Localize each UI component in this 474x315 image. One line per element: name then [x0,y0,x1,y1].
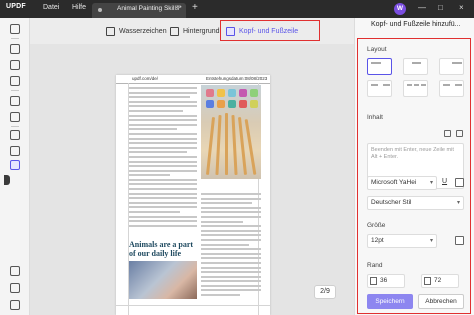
margin-bottom-value: 72 [434,277,442,284]
page-indicator[interactable]: 2/9 [314,285,336,299]
menu-hilfe[interactable]: Hilfe [72,4,86,11]
cancel-button[interactable]: Abbrechen [418,294,464,309]
size-value: 12pt [371,237,384,244]
app-logo: UPDF [6,3,26,10]
chevron-down-icon: ▾ [456,200,460,206]
toolbar-divider [11,38,19,39]
page-tools-icon[interactable] [10,160,20,170]
reader-icon[interactable] [10,24,20,34]
tab-close-icon[interactable]: × [176,4,180,11]
title-bar: UPDF Datei Hilfe Animal Painting Skills*… [0,0,474,18]
font-select[interactable]: Microsoft YaHei ▾ [367,176,437,190]
save-button[interactable]: Speichern [367,294,413,309]
minimize-icon[interactable]: — [418,3,426,12]
menu-datei[interactable]: Datei [43,4,59,11]
header-line [116,83,270,84]
margin-top-icon [370,277,377,285]
page-tools-toolbar: Wasserzeichen Hintergrund Kopf- und Fußz… [30,18,354,44]
font-value: Microsoft YaHei [371,179,417,186]
painting-photo [129,261,197,299]
edit-icon[interactable] [10,60,20,70]
tab-title: Animal Painting Skills* [117,5,182,12]
page-number-icon[interactable] [456,130,463,137]
document-canvas[interactable]: updf.com/de/ Entstehungsdatum:08/08/2023 [30,44,354,315]
body-text-left [129,87,197,229]
layout-option[interactable] [367,58,392,75]
ocr-icon[interactable] [10,76,20,86]
document-page[interactable]: updf.com/de/ Entstehungsdatum:08/08/2023 [116,75,270,315]
font-color-picker[interactable] [455,236,464,245]
chevron-down-icon: ▾ [429,180,433,186]
attachment-icon[interactable] [10,300,20,310]
bookmark-icon[interactable] [10,283,20,293]
paint-palette-photo [201,85,261,179]
convert-icon[interactable] [10,112,20,122]
maximize-icon[interactable]: □ [438,3,443,12]
style-select[interactable]: Deutscher Stil ▾ [367,196,464,210]
layout-option[interactable] [403,58,428,75]
footer-guide [116,305,270,306]
highlight-box [220,20,320,41]
layout-option[interactable] [439,58,464,75]
body-text-right [201,193,261,299]
layout-option[interactable] [403,80,428,97]
margin-label: Rand [367,262,383,269]
close-window-icon[interactable]: × [459,3,464,12]
toolbar-divider [11,126,19,127]
protect-icon[interactable] [10,130,20,140]
background-label: Hintergrund [183,27,220,35]
background-icon [170,26,179,36]
form-icon[interactable] [10,146,20,156]
watermark-button[interactable]: Wasserzeichen [106,24,167,38]
margin-bottom-icon [424,277,431,285]
margin-top-field[interactable]: 36 [367,274,405,288]
layout-option[interactable] [367,80,392,97]
layout-option[interactable] [439,80,464,97]
document-tab[interactable]: Animal Painting Skills* × [92,3,186,18]
header-left-text: updf.com/de/ [132,76,159,81]
content-label: Inhalt [367,114,383,121]
margin-top-value: 36 [380,277,388,284]
size-select[interactable]: 12pt ▾ [367,234,437,248]
avatar[interactable]: W [394,3,406,15]
tab-dot-icon [98,8,102,12]
organize-pages-icon[interactable] [10,96,20,106]
article-title: Animals are a part of our daily life [129,240,194,258]
watermark-label: Wasserzeichen [119,27,167,35]
underline-button[interactable]: U [442,178,447,185]
header-right-text: Entstehungsdatum:08/08/2023 [206,76,268,81]
style-value: Deutscher Stil [371,199,412,206]
panel-title: Kopf- und Fußzeile hinzufü... [371,21,461,28]
left-toolbar [0,18,30,315]
size-label: Größe [367,222,386,229]
add-tab-icon[interactable]: + [192,2,198,13]
toolbar-divider [11,90,19,91]
header-footer-panel: Kopf- und Fußzeile hinzufü... Layout Inh… [354,18,474,315]
background-button[interactable]: Hintergrund [170,24,220,38]
chevron-down-icon: ▾ [429,238,433,244]
margin-bottom-field[interactable]: 72 [421,274,459,288]
layout-label: Layout [367,46,387,53]
date-icon[interactable] [444,130,451,137]
ai-icon[interactable] [10,266,20,276]
watermark-icon [106,26,115,36]
comment-icon[interactable] [10,44,20,54]
collapse-handle[interactable] [4,175,10,185]
text-color-picker[interactable] [455,178,464,187]
